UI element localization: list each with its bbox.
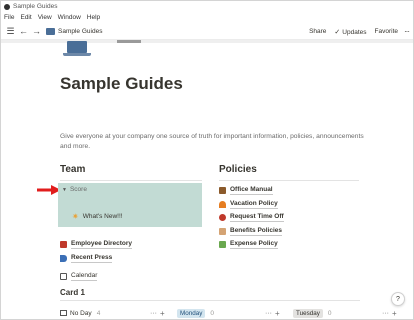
- calendar-icon: [60, 310, 67, 316]
- request-time-off-link[interactable]: Request Time Off: [219, 213, 284, 222]
- check-icon: ✓: [334, 28, 341, 36]
- score-toggle[interactable]: ▼ Score: [62, 186, 87, 193]
- benefits-policies-label: Benefits Policies: [230, 227, 283, 236]
- toolbar-actions: Share ✓ Updates Favorite ···: [301, 23, 410, 40]
- vacation-policy-label: Vacation Policy: [230, 200, 278, 209]
- favorite-button[interactable]: Favorite: [375, 28, 398, 35]
- menu-bar: File Edit View Window Help: [1, 12, 413, 23]
- team-divider: [60, 180, 202, 181]
- expense-policy-link[interactable]: Expense Policy: [219, 240, 278, 249]
- whats-new-label: What's New!!!: [82, 213, 123, 220]
- group-tuesday[interactable]: Tuesday 0: [293, 306, 332, 319]
- benefits-policies-link[interactable]: Benefits Policies: [219, 227, 283, 236]
- office-manual-label: Office Manual: [230, 186, 273, 195]
- breadcrumb[interactable]: Sample Guides: [46, 27, 103, 35]
- group-no-day-count: 4: [96, 309, 101, 317]
- more-options-icon[interactable]: ···: [404, 27, 410, 36]
- menu-view[interactable]: View: [38, 14, 52, 21]
- employee-directory-link[interactable]: Employee Directory: [60, 240, 133, 249]
- team-heading[interactable]: Team: [60, 164, 85, 175]
- megaphone-icon: [60, 255, 67, 262]
- score-toggle-block: ▼ Score ✷ What's New!!!: [58, 183, 202, 227]
- add-card-icon[interactable]: +: [275, 309, 280, 318]
- share-button[interactable]: Share: [309, 28, 326, 35]
- menu-edit[interactable]: Edit: [20, 14, 31, 21]
- updates-button[interactable]: ✓ Updates: [334, 28, 366, 36]
- group-monday-count: 0: [210, 309, 215, 317]
- group-monday[interactable]: Monday 0: [177, 306, 215, 319]
- star-icon: ✷: [72, 212, 79, 221]
- menu-help[interactable]: Help: [87, 14, 100, 21]
- benefits-icon: [219, 228, 226, 235]
- score-label: Score: [69, 186, 87, 193]
- office-manual-link[interactable]: Office Manual: [219, 186, 273, 195]
- expense-policy-label: Expense Policy: [230, 240, 278, 249]
- breadcrumb-label: Sample Guides: [58, 27, 103, 35]
- more-options-icon[interactable]: ···: [265, 310, 272, 317]
- request-icon: [219, 214, 226, 221]
- policies-divider: [219, 180, 359, 181]
- more-options-icon[interactable]: ···: [150, 310, 157, 317]
- add-card-icon[interactable]: +: [160, 309, 165, 318]
- more-options-icon[interactable]: ···: [382, 310, 389, 317]
- recent-press-link[interactable]: Recent Press: [60, 254, 113, 263]
- whats-new-link[interactable]: ✷ What's New!!!: [72, 212, 123, 221]
- title-bar: Sample Guides: [1, 1, 413, 12]
- window-title: Sample Guides: [13, 3, 58, 10]
- vacation-icon: [219, 201, 226, 208]
- request-time-off-label: Request Time Off: [230, 213, 284, 222]
- triangle-down-icon[interactable]: ▼: [62, 187, 67, 193]
- menu-file[interactable]: File: [4, 14, 14, 21]
- group-no-day-actions: ··· +: [150, 306, 165, 319]
- page-title[interactable]: Sample Guides: [60, 74, 183, 94]
- menu-window[interactable]: Window: [58, 14, 81, 21]
- page-description[interactable]: Give everyone at your company one source…: [60, 132, 370, 152]
- top-toolbar: ☰ ← → Sample Guides Share ✓ Updates Favor…: [1, 23, 413, 40]
- board-divider: [60, 300, 360, 301]
- updates-label: Updates: [342, 28, 367, 36]
- add-card-icon[interactable]: +: [392, 309, 397, 318]
- tuesday-tag: Tuesday: [293, 308, 323, 318]
- manual-icon: [219, 187, 226, 194]
- board-group-row: No Day 4 ··· + Monday 0 ··· + Tuesday 0 …: [1, 306, 413, 319]
- monday-tag: Monday: [177, 308, 206, 318]
- group-tuesday-actions: ··· +: [382, 306, 397, 319]
- calendar-label: Calendar: [71, 272, 98, 281]
- forward-arrow-icon[interactable]: →: [31, 26, 42, 36]
- help-button[interactable]: ?: [391, 292, 405, 306]
- app-window: Sample Guides File Edit View Window Help…: [0, 0, 414, 320]
- calendar-icon: [60, 273, 67, 280]
- laptop-base: [63, 53, 91, 56]
- expense-icon: [219, 241, 226, 248]
- directory-icon: [60, 241, 67, 248]
- vacation-policy-link[interactable]: Vacation Policy: [219, 200, 278, 209]
- group-no-day-label: No Day: [70, 309, 92, 317]
- scroll-thumb[interactable]: [117, 40, 141, 43]
- group-monday-actions: ··· +: [265, 306, 280, 319]
- app-icon: [4, 3, 10, 10]
- laptop-screen: [67, 41, 87, 53]
- employee-directory-label: Employee Directory: [71, 240, 133, 249]
- board-heading[interactable]: Card 1: [60, 288, 85, 297]
- policies-heading[interactable]: Policies: [219, 164, 257, 175]
- group-no-day[interactable]: No Day 4: [60, 306, 101, 319]
- hamburger-menu-icon[interactable]: ☰: [5, 26, 16, 37]
- page-laptop-icon[interactable]: [63, 41, 91, 57]
- calendar-link[interactable]: Calendar: [60, 272, 98, 281]
- laptop-icon: [46, 27, 55, 35]
- group-tuesday-count: 0: [327, 309, 332, 317]
- back-arrow-icon[interactable]: ←: [18, 26, 29, 36]
- recent-press-label: Recent Press: [71, 254, 113, 263]
